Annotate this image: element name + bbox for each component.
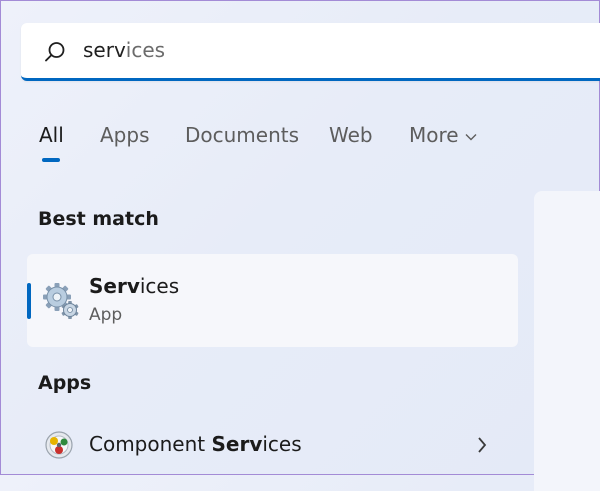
list-item[interactable]: Component Services bbox=[27, 421, 518, 469]
tab-documents[interactable]: Documents bbox=[185, 123, 299, 147]
gears-icon bbox=[43, 283, 79, 319]
tab-all[interactable]: All bbox=[39, 123, 64, 162]
best-match-title-highlight: Serv bbox=[89, 274, 140, 298]
tab-apps-label: Apps bbox=[100, 123, 150, 147]
tab-all-label: All bbox=[39, 123, 64, 147]
best-match-title-rest: ices bbox=[139, 274, 180, 298]
best-match-heading: Best match bbox=[38, 208, 159, 230]
search-suggestion-text: ices bbox=[125, 38, 166, 62]
chevron-down-icon bbox=[465, 133, 477, 140]
app-label-rest: ices bbox=[262, 432, 302, 456]
search-box[interactable]: services bbox=[21, 23, 600, 81]
preview-panel bbox=[534, 191, 600, 491]
app-label-plain: Component bbox=[89, 432, 212, 456]
tab-documents-label: Documents bbox=[185, 123, 300, 147]
search-icon bbox=[45, 42, 65, 62]
tab-more[interactable]: More bbox=[409, 123, 477, 147]
best-match-result[interactable]: Services App bbox=[27, 254, 518, 347]
best-match-subtitle: App bbox=[89, 305, 123, 325]
tab-apps[interactable]: Apps bbox=[100, 123, 150, 147]
tab-web[interactable]: Web bbox=[329, 123, 373, 147]
app-label: Component Services bbox=[89, 432, 302, 456]
active-tab-indicator bbox=[42, 158, 60, 162]
app-label-highlight: Serv bbox=[211, 432, 263, 456]
component-services-icon bbox=[45, 431, 73, 459]
search-typed-text: serv bbox=[83, 38, 126, 62]
chevron-right-icon[interactable] bbox=[475, 435, 489, 455]
search-input[interactable]: services bbox=[83, 38, 165, 62]
tab-web-label: Web bbox=[329, 123, 373, 147]
tab-more-label: More bbox=[409, 123, 459, 147]
selection-accent bbox=[27, 283, 31, 319]
apps-heading: Apps bbox=[38, 372, 92, 394]
best-match-title: Services bbox=[89, 274, 179, 298]
